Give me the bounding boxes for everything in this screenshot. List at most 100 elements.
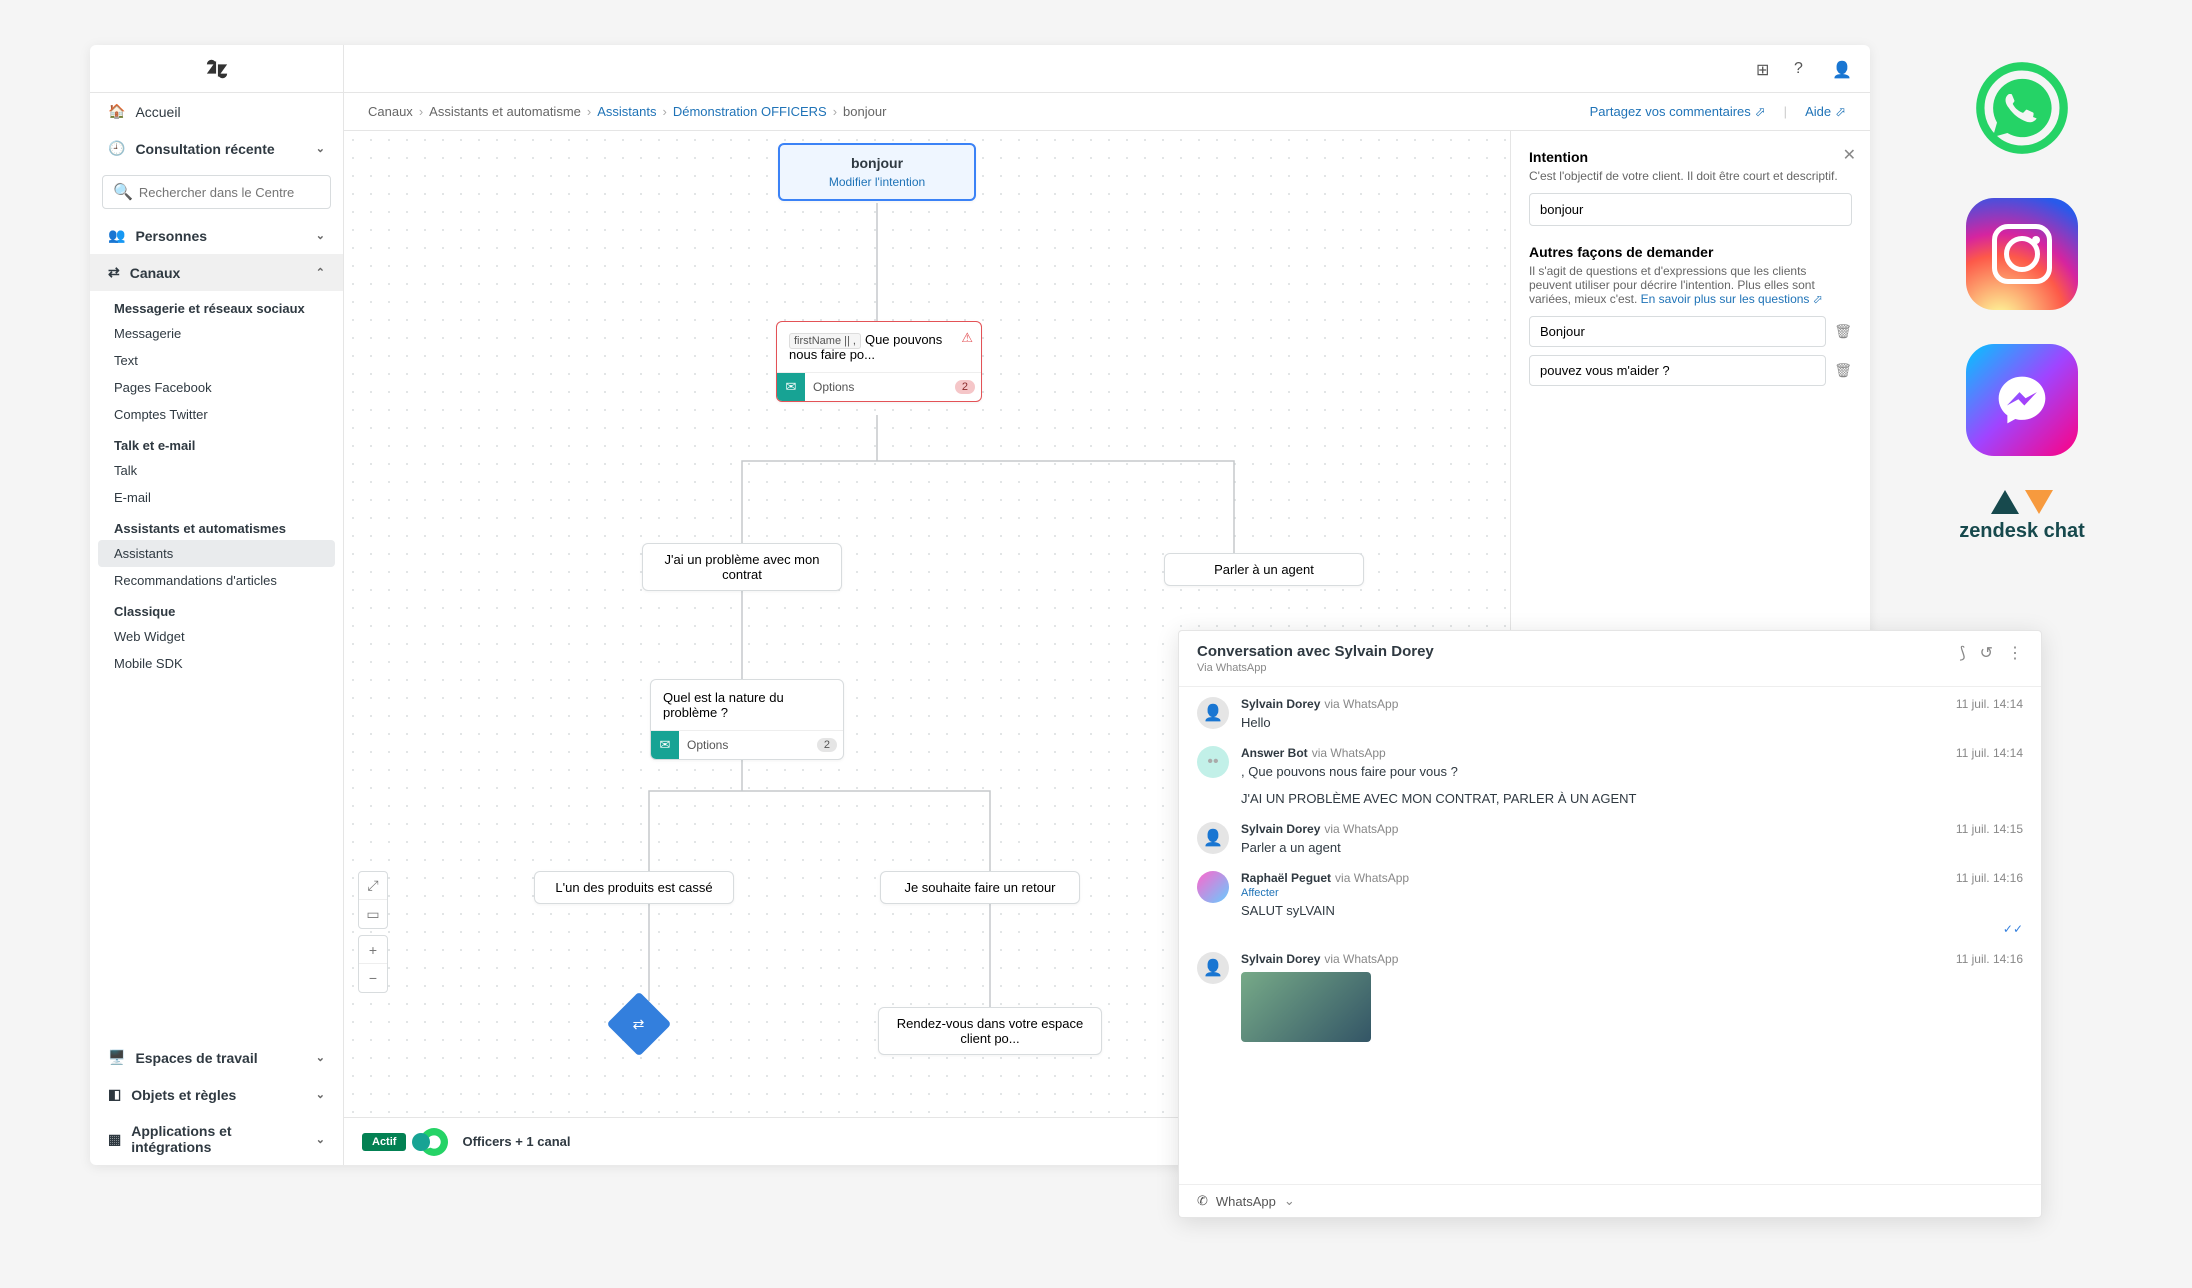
group-talk-heading: Talk et e-mail	[90, 428, 343, 457]
flow-choice-broken[interactable]: L'un des produits est cassé	[534, 871, 734, 904]
breadcrumb-bar: Canaux› Assistants et automatisme› Assis…	[344, 93, 1870, 131]
search-field[interactable]	[139, 185, 320, 200]
bc-assistants-auto[interactable]: Assistants et automatisme	[429, 104, 581, 119]
home-icon: 🏠	[108, 103, 125, 120]
group-messaging-heading: Messagerie et réseaux sociaux	[90, 291, 343, 320]
clock-icon: 🕘	[108, 140, 125, 157]
trash-icon[interactable]: 🗑	[1834, 362, 1852, 379]
history-icon[interactable]: ↺	[1980, 643, 1993, 663]
intention-input[interactable]	[1529, 193, 1852, 226]
nav-recent[interactable]: 🕘 Consultation récente ⌄	[90, 130, 343, 167]
flow-message-node[interactable]: ⚠ firstName || ,Que pouvons nous faire p…	[776, 321, 982, 402]
nav-objects[interactable]: ◧ Objets et règles ⌄	[90, 1076, 343, 1113]
whatsapp-icon: ✆	[1197, 1193, 1208, 1209]
conversation-body[interactable]: 👤 Sylvain Doreyvia WhatsApp11 juil. 14:1…	[1179, 687, 2041, 1184]
group-assistants-heading: Assistants et automatismes	[90, 511, 343, 540]
assign-link[interactable]: Affecter	[1241, 887, 2023, 899]
zoom-in-button[interactable]: +	[359, 936, 387, 964]
edit-intention-link[interactable]: Modifier l'intention	[790, 175, 964, 189]
whatsapp-logo	[1966, 52, 2078, 164]
nav-label: Consultation récente	[135, 141, 274, 157]
nav-workspaces[interactable]: 🖥️ Espaces de travail ⌄	[90, 1039, 343, 1076]
share-feedback-link[interactable]: Partagez vos commentaires ⬀	[1590, 104, 1766, 120]
apps-icon: ▦	[108, 1131, 121, 1148]
nav-label: Personnes	[135, 228, 207, 244]
people-icon: 👥	[108, 227, 125, 244]
options-label: Options	[805, 380, 955, 394]
zoom-fit-button[interactable]: ⤢	[359, 872, 387, 900]
sub-messaging[interactable]: Messagerie	[90, 320, 343, 347]
conversation-footer[interactable]: ✆ WhatsApp ⌄	[1179, 1184, 2041, 1217]
sub-facebook[interactable]: Pages Facebook	[90, 374, 343, 401]
chevron-up-icon: ⌃	[316, 266, 325, 279]
msg-text: J'AI UN PROBLÈME AVEC MON CONTRAT, PARLE…	[1241, 791, 2023, 806]
search-input[interactable]: 🔍	[102, 175, 331, 209]
sub-assistants[interactable]: Assistants	[98, 540, 335, 567]
question-input-2[interactable]	[1529, 355, 1826, 386]
flow-choice-contract[interactable]: J'ai un problème avec mon contrat	[642, 543, 842, 591]
zendesk-chat-logo: zendesk chat	[1952, 490, 2092, 542]
chevron-down-icon: ⌄	[316, 1051, 325, 1064]
flow-choice-return[interactable]: Je souhaite faire un retour	[880, 871, 1080, 904]
options-count-badge: 2	[955, 380, 975, 394]
panel-desc-other: Il s'agit de questions et d'expressions …	[1529, 264, 1852, 306]
msg-text: Hello	[1241, 715, 2023, 730]
external-link-icon: ⬀	[1835, 104, 1846, 120]
close-icon[interactable]: ✕	[1843, 145, 1856, 165]
bc-canaux[interactable]: Canaux	[368, 104, 413, 119]
profile-icon[interactable]: 👤	[1832, 60, 1850, 78]
help-link[interactable]: Aide ⬀	[1805, 104, 1846, 120]
options-icon: ✉	[777, 373, 805, 401]
channel-selector[interactable]: WhatsApp	[1216, 1194, 1276, 1209]
channel-label[interactable]: Officers + 1 canal	[462, 1134, 570, 1149]
sub-mobilesdk[interactable]: Mobile SDK	[90, 650, 343, 677]
flow-rdv-node[interactable]: Rendez-vous dans votre espace client po.…	[878, 1007, 1102, 1055]
options-count-badge: 2	[817, 738, 837, 752]
sub-email[interactable]: E-mail	[90, 484, 343, 511]
zoom-out-button[interactable]: −	[359, 964, 387, 992]
sub-twitter[interactable]: Comptes Twitter	[90, 401, 343, 428]
nav-channels[interactable]: ⇄ Canaux ⌃	[90, 254, 343, 291]
nav-people[interactable]: 👥 Personnes ⌄	[90, 217, 343, 254]
zoom-center-button[interactable]: ▭	[359, 900, 387, 928]
msg-via: via WhatsApp	[1324, 822, 1398, 836]
instagram-logo	[1966, 198, 2078, 310]
more-icon[interactable]: ⋮	[2007, 643, 2023, 663]
msg-via: via WhatsApp	[1324, 952, 1398, 966]
msg-time: 11 juil. 14:15	[1956, 822, 2023, 836]
breadcrumbs: Canaux› Assistants et automatisme› Assis…	[368, 104, 886, 119]
start-title: bonjour	[790, 155, 964, 171]
msg-time: 11 juil. 14:16	[1956, 952, 2023, 966]
workspace-icon: 🖥️	[108, 1049, 125, 1066]
flow-question-node[interactable]: Quel est la nature du problème ? ✉ Optio…	[650, 679, 844, 760]
sub-talk[interactable]: Talk	[90, 457, 343, 484]
flow-start-node[interactable]: bonjour Modifier l'intention	[778, 143, 976, 201]
nav-home[interactable]: 🏠 Accueil	[90, 93, 343, 130]
msg-time: 11 juil. 14:14	[1956, 746, 2023, 760]
bc-assistants[interactable]: Assistants	[597, 104, 656, 119]
external-channel-icons: zendesk chat	[1952, 52, 2092, 542]
nav-apps[interactable]: ▦ Applications et intégrations ⌄	[90, 1113, 343, 1165]
questions-link[interactable]: En savoir plus sur les questions ⬀	[1641, 292, 1823, 306]
delivered-check-icon: ✓✓	[1241, 922, 2023, 936]
sub-webwidget[interactable]: Web Widget	[90, 623, 343, 650]
msg-time: 11 juil. 14:16	[1956, 871, 2023, 885]
zendesk-logo[interactable]	[90, 45, 343, 93]
apps-grid-icon[interactable]: ⊞	[1756, 60, 1774, 78]
filter-icon[interactable]: ⟆	[1959, 643, 1965, 663]
bc-demo[interactable]: Démonstration OFFICERS	[673, 104, 827, 119]
avatar: 👤	[1197, 952, 1229, 984]
bot-avatar: ••	[1197, 746, 1229, 778]
flow-decision-node[interactable]: ⇄	[606, 991, 671, 1056]
help-icon[interactable]: ?	[1794, 60, 1812, 78]
chevron-down-icon: ⌄	[316, 1133, 325, 1146]
msg-via: via WhatsApp	[1335, 871, 1409, 885]
trash-icon[interactable]: 🗑	[1834, 323, 1852, 340]
sub-text[interactable]: Text	[90, 347, 343, 374]
sub-recommendations[interactable]: Recommandations d'articles	[90, 567, 343, 594]
chevron-down-icon: ⌄	[316, 142, 325, 155]
flow-choice-agent[interactable]: Parler à un agent	[1164, 553, 1364, 586]
message-image[interactable]	[1241, 972, 1371, 1042]
options-icon: ✉	[651, 731, 679, 759]
question-input-1[interactable]	[1529, 316, 1826, 347]
